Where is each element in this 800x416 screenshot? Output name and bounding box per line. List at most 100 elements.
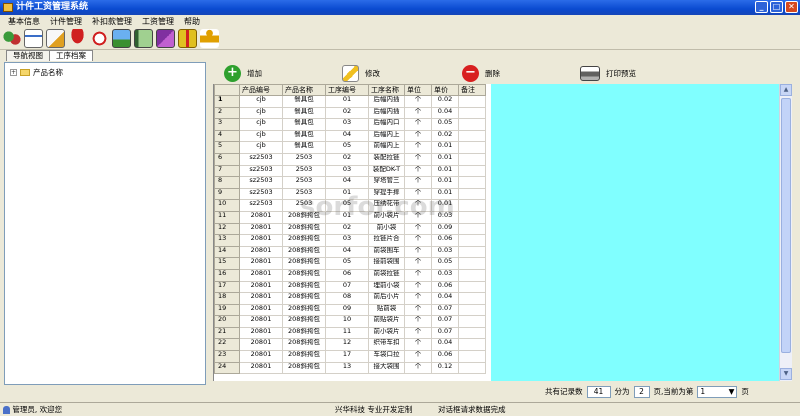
table-cell[interactable]: 2503 xyxy=(282,176,326,189)
table-cell[interactable]: 20801 xyxy=(239,234,283,247)
table-cell[interactable]: 03 xyxy=(325,164,369,178)
table-cell[interactable]: 20801 xyxy=(239,315,283,328)
table-cell[interactable]: 20801 xyxy=(239,326,283,340)
table-cell[interactable] xyxy=(458,187,486,201)
table-cell[interactable]: 208斜挎包 xyxy=(282,268,326,282)
table-cell[interactable]: 前小袋 xyxy=(368,222,405,236)
table-cell[interactable]: 0.06 xyxy=(431,350,459,363)
table-row[interactable]: 17 20801 208斜挎包 07 埋前小袋个 0.06 xyxy=(214,280,486,294)
table-cell[interactable]: 208斜挎包 xyxy=(282,280,326,294)
table-cell[interactable]: 04 xyxy=(325,129,369,143)
table-row[interactable]: 24 20801 208斜挎包 13 接大袋围个 0.12 xyxy=(214,361,486,375)
table-cell[interactable]: 0.05 xyxy=(431,257,459,270)
table-cell[interactable]: 0.06 xyxy=(431,234,459,247)
table-cell[interactable]: 2503 xyxy=(282,164,326,178)
table-cell[interactable]: 0.04 xyxy=(431,292,459,305)
table-cell[interactable] xyxy=(458,268,486,282)
table-cell[interactable]: 13 xyxy=(325,361,369,375)
table-cell[interactable]: 208斜挎包 xyxy=(282,303,326,317)
picture-icon[interactable] xyxy=(112,29,131,48)
table-cell[interactable]: 02 xyxy=(325,152,369,166)
table-cell[interactable]: 208斜挎包 xyxy=(282,222,326,236)
table-cell[interactable]: 贴前袋 xyxy=(368,303,405,317)
table-cell[interactable]: 20801 xyxy=(239,292,283,305)
table-cell[interactable]: 17 xyxy=(325,350,369,363)
table-cell[interactable]: 接大袋围 xyxy=(368,361,405,375)
table-cell[interactable]: 20801 xyxy=(239,280,283,294)
table-cell[interactable]: 埋前小袋 xyxy=(368,280,405,294)
table-cell[interactable] xyxy=(458,338,486,352)
table-cell[interactable]: 0.03 xyxy=(431,245,459,259)
table-cell[interactable]: 09 xyxy=(325,303,369,317)
table-row[interactable]: 6 sz2503 2503 02 装配拉链个 0.01 xyxy=(214,152,486,166)
runner-icon[interactable] xyxy=(200,29,219,48)
table-cell[interactable]: 06 xyxy=(325,268,369,282)
table-cell[interactable]: 餐具包 xyxy=(282,141,326,154)
table-cell[interactable]: cjb xyxy=(239,106,283,120)
column-header-price[interactable]: 单价 xyxy=(431,84,459,96)
tab-navigation-view[interactable]: 导航视图 xyxy=(6,50,50,61)
scroll-down-icon[interactable]: ▼ xyxy=(780,368,792,380)
table-cell[interactable]: 05 xyxy=(325,141,369,154)
alarm-clock-icon[interactable] xyxy=(90,29,109,48)
table-cell[interactable]: 0.03 xyxy=(431,268,459,282)
column-header-process-code[interactable]: 工序编号 xyxy=(325,84,369,96)
table-cell[interactable]: 穿塔管三 xyxy=(368,176,405,189)
table-row[interactable]: 20 20801 208斜挎包 10 前贴袋片个 0.07 xyxy=(214,315,486,328)
table-cell[interactable]: 20801 xyxy=(239,222,283,236)
column-header-process-name[interactable]: 工序名称 xyxy=(368,84,405,96)
vertical-scrollbar[interactable]: ▲ ▼ xyxy=(779,84,792,381)
table-cell[interactable]: 前幅内上 xyxy=(368,141,405,154)
add-button[interactable]: + 增加 xyxy=(224,63,262,83)
table-cell[interactable]: 20801 xyxy=(239,303,283,317)
table-row[interactable]: 3 cjb 餐具包 03 后幅内口个 0.05 xyxy=(214,118,486,131)
close-button[interactable]: ✕ xyxy=(785,1,798,13)
table-row[interactable]: 16 20801 208斜挎包 06 前袋拉链个 0.03 xyxy=(214,268,486,282)
table-cell[interactable]: 208斜挎包 xyxy=(282,234,326,247)
table-cell[interactable] xyxy=(458,280,486,294)
table-cell[interactable]: 接前袋围 xyxy=(368,257,405,270)
table-cell[interactable] xyxy=(458,199,486,212)
table-cell[interactable] xyxy=(458,292,486,305)
table-cell[interactable]: 织带车扣 xyxy=(368,338,405,352)
table-cell[interactable] xyxy=(458,141,486,154)
table-cell[interactable]: 个 xyxy=(404,257,432,270)
table-cell[interactable] xyxy=(458,303,486,317)
table-cell[interactable]: 个 xyxy=(404,222,432,236)
column-header-product-name[interactable]: 产品名称 xyxy=(282,84,326,96)
table-cell[interactable]: 装配拉链 xyxy=(368,152,405,166)
table-cell[interactable]: 拉链片合 xyxy=(368,234,405,247)
menu-help[interactable]: 帮助 xyxy=(179,15,205,28)
table-cell[interactable]: 12 xyxy=(325,338,369,352)
table-cell[interactable]: 208斜挎包 xyxy=(282,326,326,340)
table-cell[interactable]: 0.07 xyxy=(431,303,459,317)
table-cell[interactable]: 个 xyxy=(404,141,432,154)
table-cell[interactable]: 0.04 xyxy=(431,338,459,352)
table-cell[interactable]: 个 xyxy=(404,350,432,363)
table-cell[interactable] xyxy=(458,222,486,236)
menu-piece-management[interactable]: 计件管理 xyxy=(45,15,87,28)
table-cell[interactable]: 个 xyxy=(404,338,432,352)
table-cell[interactable]: 个 xyxy=(404,280,432,294)
maximize-button[interactable]: □ xyxy=(770,1,783,13)
table-row[interactable]: 1 cjb 餐具包 01 后幅内插个 0.02 xyxy=(214,95,486,108)
column-header-remark[interactable]: 备注 xyxy=(458,84,486,96)
table-cell[interactable]: 20801 xyxy=(239,350,283,363)
table-cell[interactable]: 个 xyxy=(404,129,432,143)
table-cell[interactable]: sz2503 xyxy=(239,199,283,212)
umbrella-icon[interactable] xyxy=(68,29,87,48)
table-cell[interactable] xyxy=(458,326,486,340)
table-cell[interactable]: 前小袋片 xyxy=(368,326,405,340)
table-cell[interactable]: 0.09 xyxy=(431,222,459,236)
table-cell[interactable]: 20801 xyxy=(239,245,283,259)
table-cell[interactable]: 02 xyxy=(325,106,369,120)
table-cell[interactable]: 餐具包 xyxy=(282,106,326,120)
table-cell[interactable]: 03 xyxy=(325,118,369,131)
table-cell[interactable]: 后幅内上 xyxy=(368,129,405,143)
table-cell[interactable]: 0.06 xyxy=(431,280,459,294)
table-cell[interactable] xyxy=(458,361,486,375)
table-cell[interactable]: 208斜挎包 xyxy=(282,315,326,328)
table-cell[interactable] xyxy=(458,106,486,120)
table-cell[interactable]: 个 xyxy=(404,164,432,178)
table-cell[interactable] xyxy=(458,210,486,224)
